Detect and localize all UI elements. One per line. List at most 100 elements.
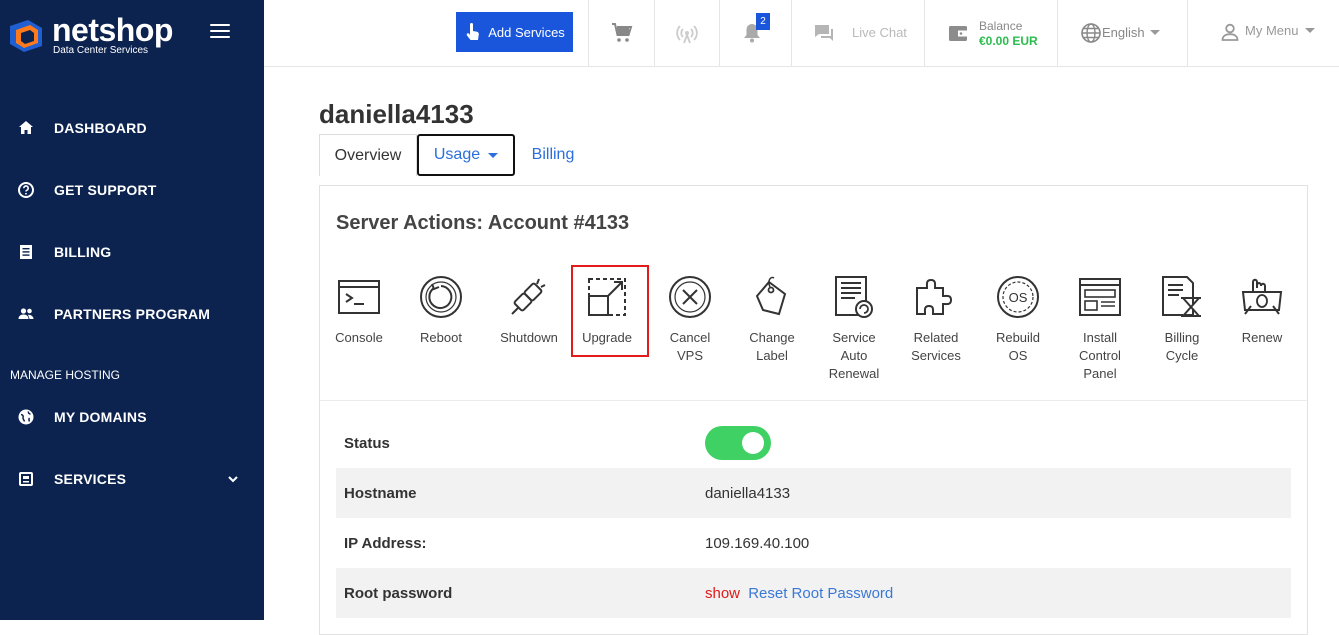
tab-overview[interactable]: Overview [319,134,417,176]
billing-cycle-action[interactable]: Billing Cycle [1142,274,1222,365]
action-label: Service Auto Renewal [828,330,880,381]
sidebar-item-label: MY DOMAINS [54,409,147,425]
server-actions-title: Server Actions: Account #4133 [336,212,630,234]
action-label: Rebuild OS [995,330,1041,363]
ip-address-value: 109.169.40.100 [705,534,810,552]
control-panel-icon [1079,278,1121,316]
action-label: Renew [1241,330,1283,345]
cart-icon[interactable] [610,21,634,45]
rebuild-os-action[interactable]: OS Rebuild OS [978,274,1058,365]
live-chat-link[interactable]: Live Chat [852,25,907,40]
help-circle-icon [18,182,34,198]
chevron-down-icon [1305,28,1315,33]
install-control-panel-action[interactable]: Install Control Panel [1060,274,1140,383]
billing-cycle-icon [1162,276,1201,317]
action-label: Install Control Panel [1079,330,1121,381]
sidebar-item-get-support[interactable]: GET SUPPORT [0,170,264,210]
tab-usage-label: Usage [433,146,481,163]
page-title: daniella4133 [319,99,474,129]
add-services-button[interactable]: Add Services [456,12,573,52]
wallet-icon[interactable] [946,21,970,45]
cancel-vps-action[interactable]: Cancel VPS [650,274,730,365]
action-label: Billing Cycle [1164,330,1200,363]
svg-text:OS: OS [1009,290,1028,305]
show-password-link[interactable]: show [705,585,740,602]
people-icon [18,308,34,319]
sidebar-item-label: PARTNERS PROGRAM [54,306,211,322]
console-action[interactable]: Console [319,274,399,347]
action-label: Shutdown [500,330,558,345]
sidebar: netshop Data Center Services DASHBOARD G… [0,0,264,620]
sidebar-item-dashboard[interactable]: DASHBOARD [0,108,264,148]
hand-pointer-icon [466,23,480,40]
sidebar-item-label: GET SUPPORT [54,182,157,198]
root-password-actions: show Reset Root Password [705,585,893,602]
sidebar-item-partners-program[interactable]: PARTNERS PROGRAM [0,294,264,334]
action-label: Reboot [420,330,462,345]
ip-address-row: IP Address: 109.169.40.100 [336,518,1291,568]
sidebar-item-label: DASHBOARD [54,120,147,136]
sidebar-item-billing[interactable]: BILLING [0,232,264,272]
sidebar-item-my-domains[interactable]: MY DOMAINS [0,397,264,437]
action-label: Change Label [749,330,795,363]
document-icon [20,245,32,259]
cancel-circle-icon [669,276,711,318]
logo[interactable]: netshop Data Center Services [6,12,186,56]
reset-root-password-link[interactable]: Reset Root Password [748,585,893,602]
sidebar-section-label: MANAGE HOSTING [10,368,121,382]
action-label: Console [335,330,383,345]
shutdown-action[interactable]: Shutdown [489,274,569,347]
top-bar: Add Services 2 Live Chat Balance €0.00 E… [264,0,1339,67]
chevron-down-icon [228,476,238,483]
logo-mark-icon [10,20,42,52]
language-select[interactable]: English [1102,25,1145,40]
upgrade-icon [588,278,626,316]
user-icon[interactable] [1220,22,1240,42]
action-label: Cancel VPS [669,330,711,363]
root-password-label: Root password [344,584,453,602]
sidebar-item-label: SERVICES [54,471,127,487]
change-label-action[interactable]: Change Label [732,274,812,365]
console-icon [338,280,380,314]
renew-action[interactable]: Renew [1222,274,1302,347]
related-services-action[interactable]: Related Services [896,274,976,365]
auto-renew-icon [835,276,873,318]
notification-badge: 2 [756,13,770,30]
chevron-down-icon [488,152,499,158]
action-label: Upgrade [582,330,632,345]
status-label: Status [344,434,390,452]
balance-value: €0.00 EUR [979,34,1038,48]
tag-icon [755,276,787,316]
upgrade-action[interactable]: Upgrade [567,274,647,347]
server-icon [19,472,33,486]
logo-name: netshop [52,12,173,48]
globe-language-icon[interactable] [1080,22,1102,44]
divider [320,400,1307,401]
service-auto-renewal-action[interactable]: Service Auto Renewal [814,274,894,383]
home-icon [19,121,33,134]
broadcast-icon[interactable] [675,21,699,45]
status-row: Status [336,418,1291,468]
status-toggle[interactable] [705,426,771,460]
hostname-label: Hostname [344,484,417,502]
reboot-icon [420,276,462,318]
reboot-action[interactable]: Reboot [401,274,481,347]
globe-icon [18,409,34,425]
os-disc-icon: OS [997,276,1039,318]
tab-usage[interactable]: Usage [417,134,515,176]
renew-icon [1241,278,1283,315]
hostname-value: daniella4133 [705,484,791,502]
my-menu-dropdown[interactable]: My Menu [1245,23,1298,38]
hostname-row: Hostname daniella4133 [336,468,1291,518]
logo-tagline: Data Center Services [53,45,149,56]
add-services-label: Add Services [488,24,565,40]
power-plug-icon [511,278,546,315]
root-password-row: Root password show Reset Root Password [336,568,1291,618]
chat-icon[interactable] [812,21,836,45]
hamburger-menu-icon[interactable] [210,24,230,40]
tab-billing[interactable]: Billing [516,134,590,176]
balance-label: Balance [979,19,1023,33]
puzzle-icon [916,278,953,315]
chevron-down-icon [1150,30,1160,35]
sidebar-item-services[interactable]: SERVICES [0,459,264,499]
